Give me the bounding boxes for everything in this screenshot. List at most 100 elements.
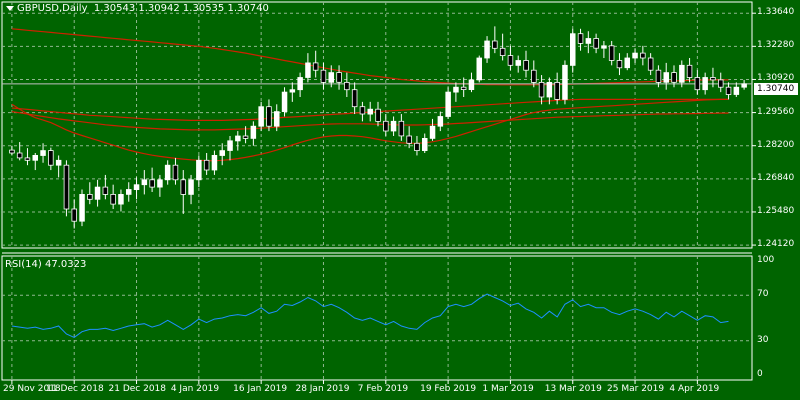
candle-bull — [476, 57, 482, 81]
candle-bear — [344, 82, 350, 91]
candle-bull — [235, 135, 241, 142]
candle-bear — [63, 164, 70, 210]
candle-bear — [710, 77, 716, 81]
rsi-header: RSI(14) 47.0323 — [5, 259, 87, 270]
candle-bear — [499, 47, 506, 56]
candle-bull — [570, 33, 576, 66]
price-axis-label: 1.24120 — [757, 239, 795, 250]
time-axis-label: 16 Jan 2019 — [233, 384, 288, 394]
candle-bear — [577, 33, 584, 44]
candle-bear — [694, 77, 701, 91]
candle-bear — [725, 86, 732, 95]
candle-bull — [133, 184, 140, 190]
rsi-panel-border — [1, 255, 753, 381]
candle-bear — [375, 108, 381, 122]
candle-bull — [79, 193, 85, 222]
candle-bear — [48, 150, 54, 166]
price-axis-label: 1.30920 — [757, 73, 795, 84]
dropdown-triangle-icon[interactable] — [6, 5, 14, 11]
candle-bull — [258, 106, 264, 127]
candle-bull — [118, 193, 124, 205]
candle-bull — [421, 137, 428, 151]
candle-bear — [312, 62, 319, 71]
candle-bull — [250, 125, 257, 139]
candle-bear — [203, 159, 210, 171]
time-axis-label: 7 Feb 2019 — [357, 384, 409, 394]
candle-bear — [640, 52, 646, 59]
candle-bull — [32, 154, 39, 161]
price-axis-label: 1.33640 — [757, 7, 795, 18]
candle-bear — [460, 86, 467, 90]
candle-bull — [273, 111, 280, 127]
candle-bear — [647, 57, 654, 71]
candle-bear — [351, 89, 358, 108]
candle-bull — [219, 150, 225, 156]
candle-bull — [601, 45, 607, 49]
candle-bear — [616, 60, 623, 69]
candle-bear — [686, 64, 693, 78]
candle-bull — [679, 64, 685, 83]
candle-bull — [515, 60, 522, 66]
time-axis-label: 11 Dec 2018 — [46, 384, 104, 394]
candle-bull — [468, 79, 475, 91]
candle-bull — [289, 89, 296, 93]
candle-bear — [180, 179, 186, 195]
candle-bear — [320, 69, 327, 83]
candle-bear — [172, 164, 179, 181]
time-axis-label: 4 Jan 2019 — [170, 384, 220, 394]
candle-bear — [406, 135, 412, 144]
candle-bull — [55, 159, 62, 166]
candle-bear — [266, 106, 272, 127]
candle-bear — [593, 38, 599, 49]
candle-bull — [227, 140, 233, 151]
candle-bear — [9, 149, 15, 154]
candle-bear — [336, 72, 342, 83]
time-axis-label: 1 Mar 2019 — [482, 384, 534, 394]
candle-bear — [523, 60, 529, 71]
candle-bear — [16, 152, 23, 159]
candle-bull — [281, 91, 288, 112]
candle-bull — [585, 38, 592, 44]
chart-window[interactable]: GBPUSD,Daily 1.30543 1.30942 1.30535 1.3… — [0, 0, 800, 400]
candle-bear — [398, 120, 405, 137]
candle-bear — [492, 40, 498, 49]
chart-canvas[interactable] — [0, 0, 800, 400]
candle-bear — [554, 82, 560, 100]
price-axis-label: 1.25480 — [757, 205, 795, 216]
price-axis-label: 1.32280 — [757, 40, 795, 51]
candle-bull — [126, 189, 132, 195]
rsi-axis-label: 0 — [757, 369, 763, 379]
candle-bear — [242, 135, 249, 139]
time-axis-label: 21 Dec 2018 — [108, 384, 167, 394]
current-price-tag: 1.30740 — [754, 83, 798, 95]
time-axis-label: 28 Jan 2019 — [295, 384, 350, 394]
candle-bear — [655, 69, 662, 83]
candle-bear — [71, 208, 78, 222]
candle-bull — [562, 64, 568, 100]
candle-bull — [196, 159, 202, 181]
candle-bull — [390, 120, 397, 132]
candle-bear — [102, 186, 109, 195]
candle-bull — [40, 150, 46, 156]
candle-bull — [632, 52, 638, 59]
candle-bull — [741, 83, 747, 88]
time-axis-label: 13 Mar 2019 — [544, 384, 602, 394]
rsi-axis-label: 30 — [757, 334, 769, 345]
time-axis-label: 25 Mar 2019 — [607, 384, 665, 394]
candle-bull — [367, 108, 373, 115]
candle-bear — [110, 193, 116, 205]
candle-bull — [211, 154, 218, 171]
candle-bull — [94, 186, 101, 200]
candle-bull — [328, 72, 334, 83]
price-axis-label: 1.29560 — [757, 106, 795, 117]
candle-bear — [24, 157, 31, 161]
price-axis-label: 1.26840 — [757, 172, 795, 183]
candle-bear — [507, 55, 514, 66]
candle-bull — [141, 179, 148, 186]
candle-bull — [157, 179, 163, 188]
candle-bull — [484, 40, 490, 59]
candle-bear — [531, 69, 537, 83]
candle-bear — [87, 193, 93, 200]
moving-average-line — [11, 28, 729, 86]
candle-bull — [733, 86, 740, 95]
